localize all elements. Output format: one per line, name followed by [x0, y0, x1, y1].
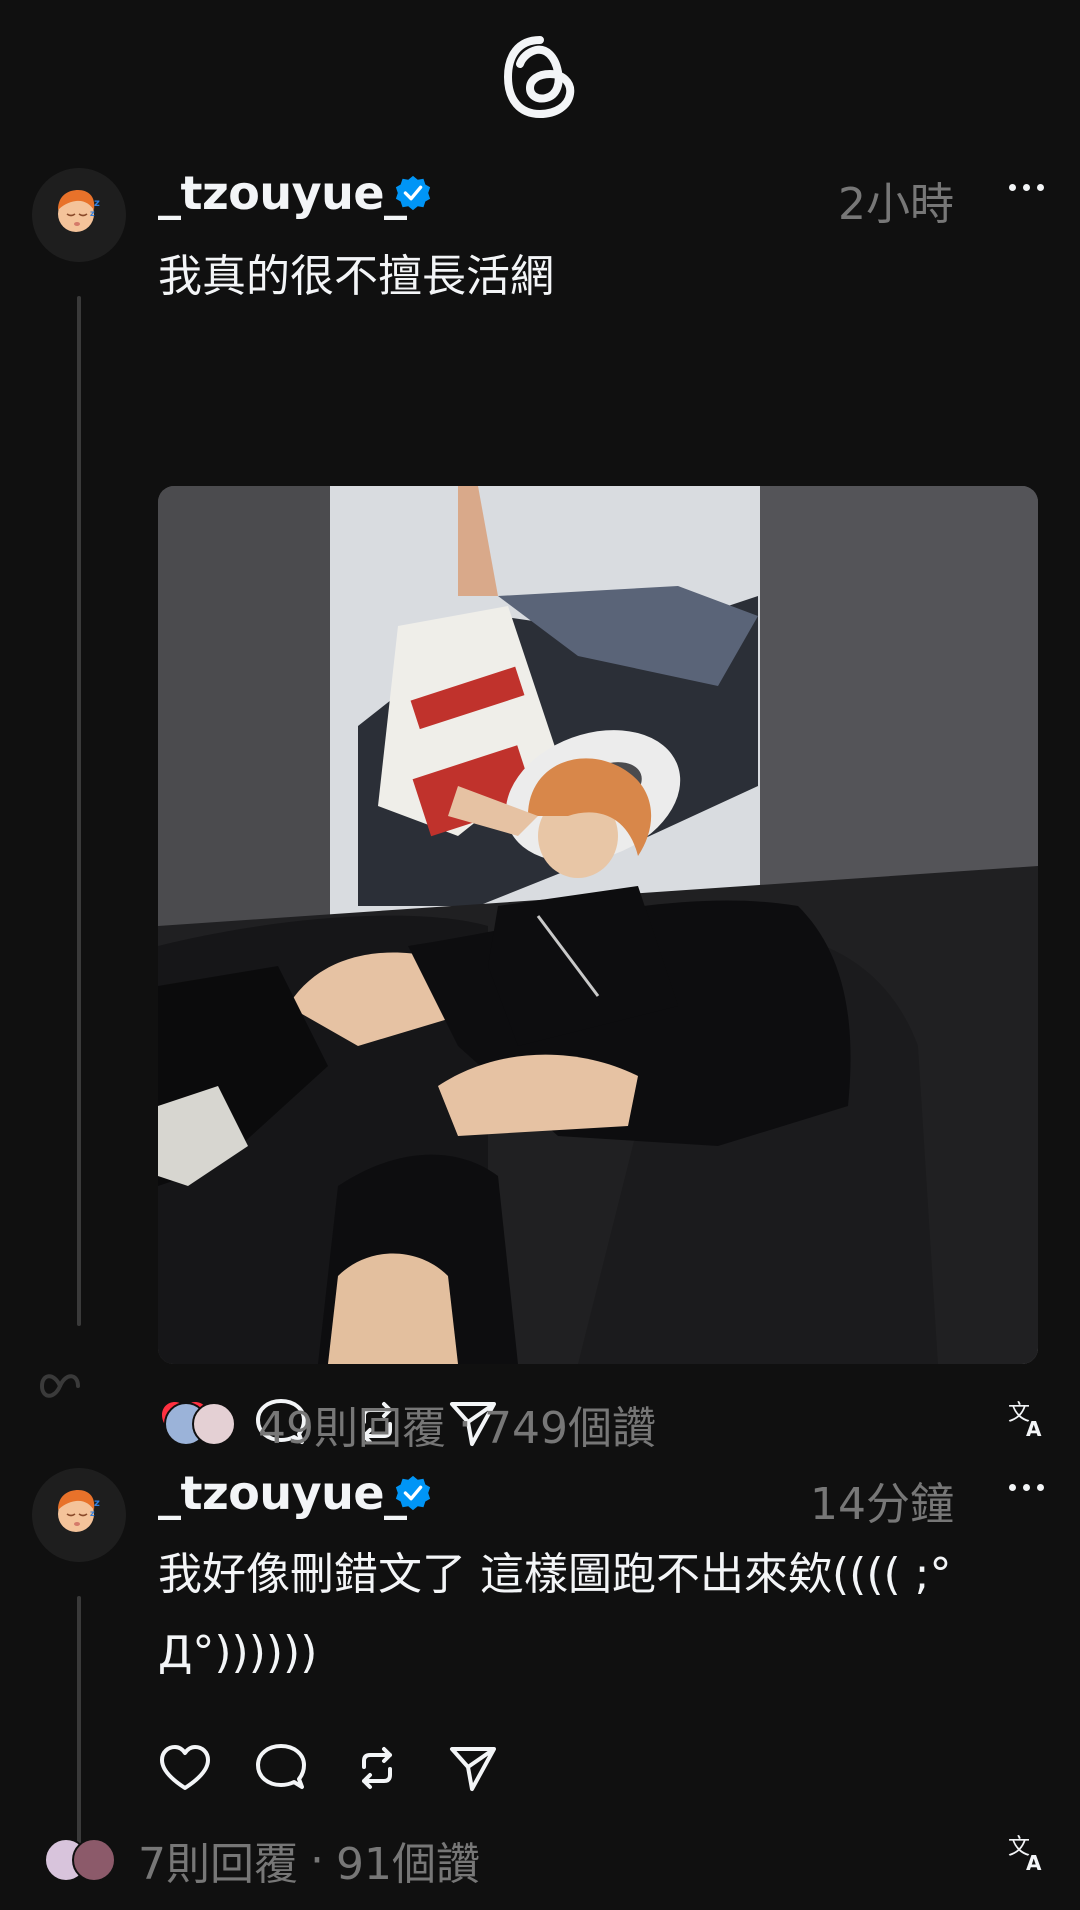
svg-text:A: A [1026, 1417, 1042, 1440]
thread-reply-loop-icon [39, 1374, 80, 1398]
post-text: 我好像刪錯文了 這樣圖跑不出來欸(((( ;°Д°)))))) [158, 1549, 952, 1678]
post-actions [158, 1740, 500, 1796]
translate-icon[interactable]: 文 A [1006, 1830, 1050, 1874]
username[interactable]: _tzouyue_ [158, 1466, 407, 1520]
threads-feed: z z _tzouyue_ 2小時 我真的很不擅長活網 49則回覆 · 749個… [0, 0, 1080, 1910]
more-options-icon[interactable] [1004, 172, 1048, 202]
svg-text:A: A [1026, 1851, 1042, 1874]
reply-count[interactable]: 49則回覆 [258, 1392, 446, 1456]
thread-connector-line [77, 1596, 81, 1866]
more-options-icon[interactable] [1004, 1472, 1048, 1502]
translate-icon[interactable]: 文 A [1006, 1396, 1050, 1440]
stats-separator: · [310, 1834, 324, 1886]
post-stats[interactable]: 49則回覆 · 749個讚 [164, 1392, 656, 1456]
stats-separator: · [458, 1398, 472, 1450]
reply-avatars [44, 1838, 118, 1882]
verified-badge-icon [395, 175, 431, 211]
svg-text:z: z [94, 198, 100, 209]
sleeping-face-avatar-icon: z z [58, 190, 100, 232]
svg-text:z: z [90, 209, 95, 218]
post-time: 14分鐘 [810, 1479, 954, 1530]
reply-avatars [164, 1402, 238, 1446]
avatar[interactable]: z z [32, 168, 126, 262]
post-text: 我真的很不擅長活網 [158, 251, 554, 302]
reply-count[interactable]: 7則回覆 [138, 1828, 298, 1892]
post-time: 2小時 [838, 179, 954, 230]
username[interactable]: _tzouyue_ [158, 166, 407, 220]
avatar[interactable]: z z [32, 1468, 126, 1562]
repost-icon[interactable] [350, 1741, 404, 1795]
like-count[interactable]: 91個讚 [336, 1828, 480, 1892]
svg-text:z: z [94, 1498, 100, 1509]
svg-text:z: z [90, 1509, 95, 1518]
like-count[interactable]: 749個讚 [484, 1392, 656, 1456]
post-image[interactable] [158, 486, 1038, 1364]
verified-badge-icon [395, 1475, 431, 1511]
mini-avatar [72, 1838, 116, 1882]
sleeping-face-avatar-icon: z z [58, 1490, 100, 1532]
comment-icon[interactable] [254, 1741, 308, 1795]
mini-avatar [192, 1402, 236, 1446]
thread-connector-line [77, 296, 81, 1326]
threads-logo-icon[interactable] [500, 32, 580, 122]
like-heart-icon[interactable] [158, 1741, 212, 1795]
post-stats[interactable]: 7則回覆 · 91個讚 [44, 1828, 480, 1892]
share-send-icon[interactable] [446, 1741, 500, 1795]
photo-illustration [158, 486, 1038, 1364]
